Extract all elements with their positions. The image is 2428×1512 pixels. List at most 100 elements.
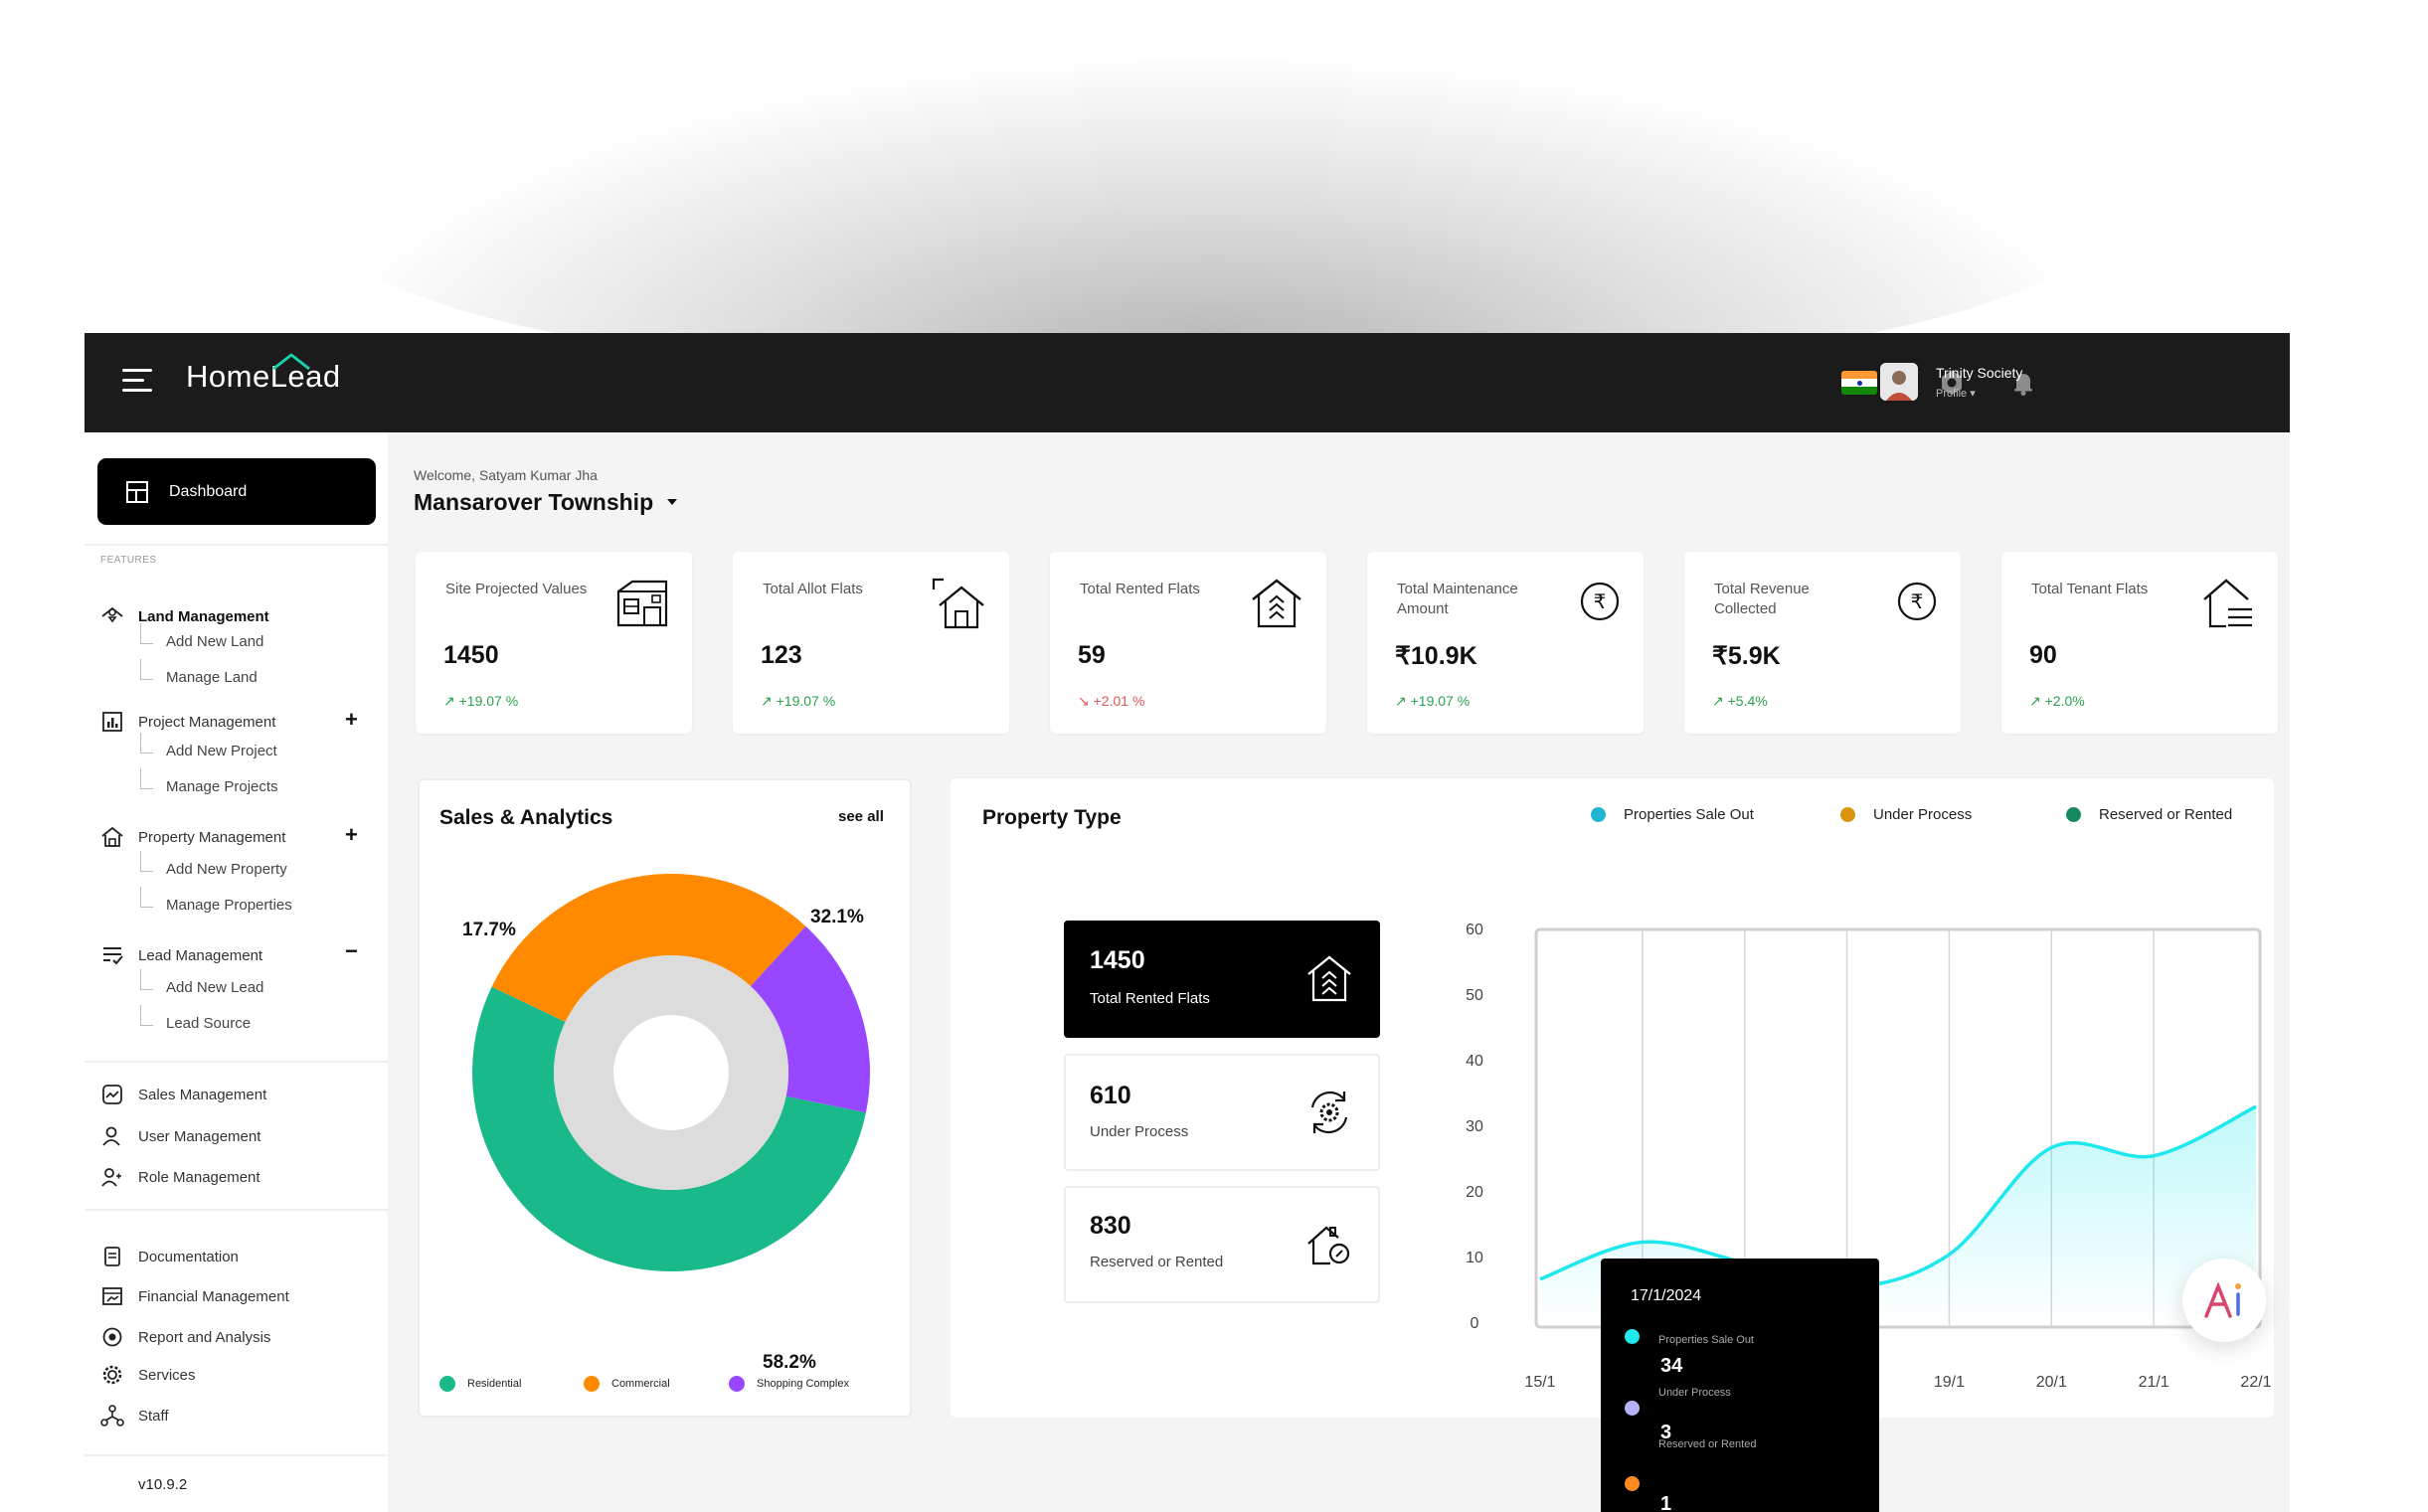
top-navigation-bar: HomeLead ▾ Trinity Society Profile ▾ [85, 333, 2290, 432]
donut-hole [613, 1015, 729, 1130]
sidebar-item-label: Sales Management [138, 1086, 267, 1103]
stat-card-tenant-flats[interactable]: Total Tenant Flats 90 ↗ +2.0% [2001, 552, 2278, 734]
house-select-icon [932, 578, 984, 629]
sidebar-item-label: Role Management [138, 1168, 260, 1186]
sidebar-item-label: Report and Analysis [138, 1328, 271, 1346]
sidebar-item-sales-management[interactable]: Sales Management [100, 1083, 266, 1106]
menu-icon[interactable] [122, 369, 152, 393]
sidebar-item-land-management[interactable]: Land Management [100, 604, 269, 628]
stat-card-maintenance[interactable]: Total Maintenance Amount ₹10.9K ↗ +19.07… [1367, 552, 1644, 734]
x-tick-label: 22/1 [2240, 1374, 2271, 1391]
ai-assistant-icon [2204, 1281, 2241, 1318]
profile-dropdown[interactable]: Profile ▾ [1936, 387, 1976, 400]
lead-checklist-icon [100, 943, 124, 967]
svg-text:₹: ₹ [1911, 589, 1924, 613]
profile-name[interactable]: Trinity Society [1936, 365, 2022, 381]
card-change-value: +5.4% [1727, 693, 1768, 709]
legend-shopping-complex: Shopping Complex [729, 1376, 849, 1392]
legend-dot [1840, 807, 1855, 822]
sidebar-item-label: Services [138, 1366, 196, 1384]
see-all-link[interactable]: see all [838, 808, 884, 825]
legend-dot [729, 1376, 745, 1392]
card-title: Site Projected Values [445, 581, 588, 597]
card-change-value: +19.07 % [776, 693, 836, 709]
user-icon [100, 1124, 124, 1148]
ai-assistant-button[interactable] [2182, 1259, 2266, 1342]
sidebar-item-label: Property Management [138, 828, 286, 846]
legend-dot [584, 1376, 600, 1392]
legend-reserved-rented: Reserved or Rented [2066, 806, 2232, 823]
sales-trend-icon [100, 1083, 124, 1106]
y-tick-label: 0 [1471, 1315, 1479, 1332]
stat-value: 1450 [1090, 946, 1145, 974]
logo-roof-icon [272, 353, 310, 371]
card-value: 59 [1078, 641, 1106, 669]
sidebar-sub-add-new-land[interactable]: Add New Land [140, 623, 263, 650]
legend-dot [2066, 807, 2081, 822]
card-title: Total Allot Flats [763, 581, 863, 597]
legend-residential: Residential [439, 1376, 521, 1392]
chart-tooltip: 17/1/2024 Properties Sale Out 34 Under P… [1601, 1259, 1879, 1512]
sidebar-sub-manage-projects[interactable]: Manage Projects [140, 768, 278, 795]
rupee-icon: ₹ [1897, 582, 1937, 621]
sidebar-item-property-management[interactable]: Property Management [100, 825, 285, 849]
stat-card-rented-flats[interactable]: Total Rented Flats 59 ↘ +2.01 % [1050, 552, 1326, 734]
legend-dot [439, 1376, 455, 1392]
sidebar-item-financial-management[interactable]: Financial Management [100, 1284, 289, 1308]
x-tick-label: 15/1 [1524, 1374, 1555, 1391]
brand-logo[interactable]: HomeLead [186, 353, 341, 407]
sidebar-item-user-management[interactable]: User Management [100, 1124, 260, 1148]
chevron-down-icon[interactable] [665, 497, 679, 507]
report-icon [100, 1325, 124, 1349]
sidebar-item-label: Documentation [138, 1248, 239, 1265]
stat-card-site-projected[interactable]: Site Projected Values 1450 ↗ +19.07 % [416, 552, 692, 734]
sidebar-sub-add-new-lead[interactable]: Add New Lead [140, 969, 263, 996]
financial-icon [100, 1284, 124, 1308]
stat-card-allot-flats[interactable]: Total Allot Flats 123 ↗ +19.07 % [733, 552, 1009, 734]
stat-card-revenue[interactable]: Total Revenue Collected ₹5.9K ↗ +5.4% ₹ [1684, 552, 1961, 734]
sidebar-item-label: Project Management [138, 713, 276, 731]
sidebar-item-services[interactable]: Services [100, 1363, 196, 1387]
sidebar-sub-manage-properties[interactable]: Manage Properties [140, 887, 292, 914]
sidebar-item-label: Financial Management [138, 1287, 289, 1305]
house-list-icon [2203, 579, 2252, 628]
sidebar-item-label: User Management [138, 1127, 261, 1145]
x-tick-label: 19/1 [1934, 1374, 1965, 1391]
india-flag-icon[interactable] [1841, 371, 1877, 395]
sidebar-item-dashboard[interactable]: Dashboard [97, 458, 376, 525]
sidebar-sub-lead-source[interactable]: Lead Source [140, 1005, 251, 1032]
sidebar-item-staff[interactable]: Staff [100, 1404, 169, 1428]
card-change: ↗ +19.07 % [761, 693, 836, 709]
sidebar-item-role-management[interactable]: Role Management [100, 1165, 260, 1189]
card-change-value: +2.01 % [1093, 693, 1145, 709]
card-change: ↗ +19.07 % [443, 693, 519, 709]
y-tick-label: 50 [1466, 987, 1483, 1004]
sidebar-item-lead-management[interactable]: Lead Management [100, 943, 262, 967]
document-icon [100, 1245, 124, 1268]
sidebar-item-report-analysis[interactable]: Report and Analysis [100, 1325, 270, 1349]
brand-name: HomeLead [186, 359, 341, 394]
role-user-icon [100, 1165, 124, 1189]
land-location-icon [100, 604, 124, 628]
building-icon [616, 580, 668, 627]
sidebar-sub-add-new-project[interactable]: Add New Project [140, 733, 277, 759]
sidebar-item-project-management[interactable]: Project Management [100, 710, 275, 734]
stat-label: Under Process [1090, 1123, 1189, 1140]
card-title: Total Rented Flats [1080, 581, 1200, 597]
sidebar-sub-manage-land[interactable]: Manage Land [140, 659, 258, 686]
avatar[interactable] [1880, 363, 1918, 401]
collapse-lead-button[interactable]: − [345, 938, 358, 964]
expand-project-button[interactable]: + [345, 707, 358, 733]
legend-label: Residential [467, 1378, 522, 1390]
expand-property-button[interactable]: + [345, 822, 358, 848]
y-tick-label: 60 [1466, 922, 1483, 938]
card-change: ↘ +2.01 % [1078, 693, 1145, 709]
y-tick-label: 20 [1466, 1184, 1483, 1201]
stat-label: Reserved or Rented [1090, 1254, 1224, 1270]
tooltip-label: Under Process [1658, 1387, 1731, 1399]
stat-value: 830 [1090, 1212, 1131, 1240]
sidebar-item-documentation[interactable]: Documentation [100, 1245, 239, 1268]
sidebar-sub-add-new-property[interactable]: Add New Property [140, 851, 287, 878]
divider [85, 1209, 388, 1211]
project-selector[interactable]: Mansarover Township [414, 489, 653, 516]
